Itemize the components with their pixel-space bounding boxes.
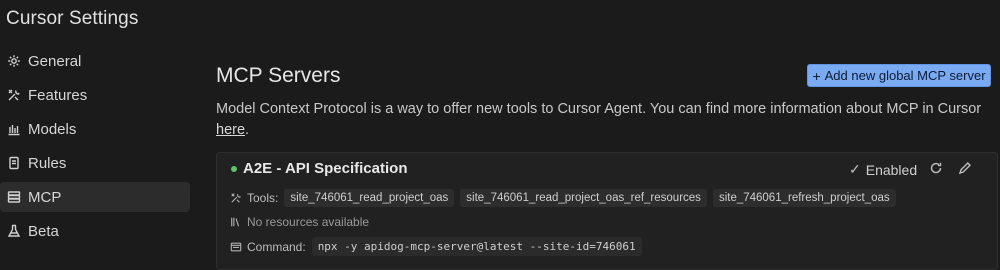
tools-row: Tools: site_746061_read_project_oas site… [230, 189, 896, 207]
mcp-description: Model Context Protocol is a way to offer… [216, 99, 986, 141]
tool-chip: site_746061_read_project_oas [284, 189, 455, 207]
sidebar-item-models[interactable]: Models [0, 114, 190, 144]
refresh-button[interactable] [929, 161, 945, 177]
sidebar-item-mcp[interactable]: MCP [0, 182, 190, 212]
edit-button[interactable] [958, 161, 974, 177]
enabled-status[interactable]: ✓ Enabled [849, 161, 917, 178]
sidebar-item-beta[interactable]: Beta [0, 216, 190, 246]
sidebar-item-label: MCP [28, 188, 62, 206]
description-end: . [245, 122, 250, 138]
mcp-server-card: A2E - API Specification ✓ Enabled Tools:… [216, 152, 998, 270]
resources-text: No resources available [247, 215, 370, 229]
tools-label: Tools: [247, 191, 279, 205]
plus-icon: + [812, 67, 821, 84]
tools-icon [230, 192, 242, 204]
gear-icon [7, 54, 21, 68]
status-indicator [231, 166, 237, 172]
terminal-icon [230, 241, 242, 253]
pencil-icon [958, 162, 971, 175]
app-title: Cursor Settings [6, 8, 139, 29]
server-name: A2E - API Specification [243, 160, 408, 177]
bar-chart-icon [7, 122, 21, 136]
command-value: npx -y apidog-mcp-server@latest --site-i… [311, 237, 642, 256]
check-icon: ✓ [849, 161, 861, 177]
command-label: Command: [247, 239, 306, 254]
enabled-label: Enabled [865, 161, 918, 178]
command-row: Command: npx -y apidog-mcp-server@latest… [230, 237, 642, 256]
sidebar-item-label: General [28, 52, 82, 70]
sidebar-item-label: Features [28, 86, 88, 104]
sidebar-item-general[interactable]: General [0, 46, 190, 76]
tools-icon [7, 88, 21, 102]
flask-icon [7, 224, 21, 238]
tool-chip: site_746061_refresh_project_oas [712, 189, 896, 207]
sidebar-item-label: Beta [28, 222, 59, 240]
sidebar-item-rules[interactable]: Rules [0, 148, 190, 178]
sidebar-item-label: Models [28, 120, 77, 138]
server-icon [7, 190, 21, 204]
refresh-icon [930, 162, 942, 174]
sidebar-item-features[interactable]: Features [0, 80, 190, 110]
resources-row: No resources available [230, 215, 369, 229]
document-icon [7, 156, 21, 170]
tool-chip: site_746061_read_project_oas_ref_resourc… [460, 189, 707, 207]
add-global-mcp-server-button[interactable]: + Add new global MCP server [807, 64, 991, 87]
add-button-label: Add new global MCP server [824, 68, 986, 83]
library-icon [230, 216, 242, 228]
more-info-link[interactable]: here [216, 122, 245, 138]
sidebar-item-label: Rules [28, 154, 67, 172]
description-text: Model Context Protocol is a way to offer… [216, 101, 982, 117]
page-title: MCP Servers [216, 64, 341, 87]
